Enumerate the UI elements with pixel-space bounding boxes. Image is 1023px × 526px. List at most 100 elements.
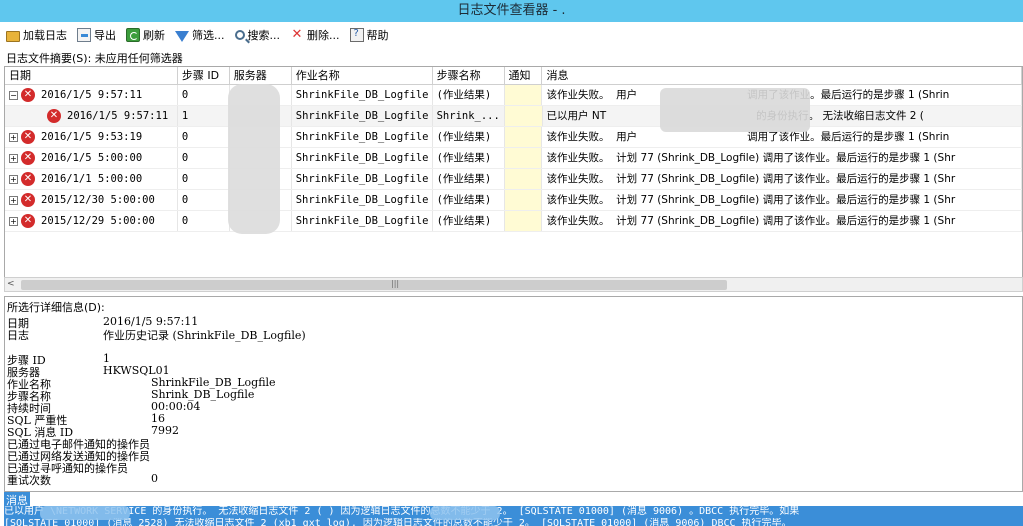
expand-icon[interactable]: + (9, 132, 18, 142)
load-log-button[interactable]: 加载日志 (6, 25, 67, 45)
detail-key: 重试次数 (7, 474, 51, 487)
refresh-button[interactable]: 刷新 (126, 25, 165, 45)
help-icon (349, 28, 364, 42)
row-notify (504, 169, 543, 189)
log-summary: 日志文件摘要(S): 未应用任何筛选器 (6, 52, 183, 65)
column-message[interactable]: 消息 (542, 67, 1022, 84)
row-job-name: ShrinkFile_DB_Logfile (292, 106, 433, 126)
scrollbar-thumb[interactable]: ||| (21, 279, 727, 290)
expand-icon[interactable]: + (9, 216, 18, 226)
redacted-user-blur (660, 88, 810, 132)
row-step-id: 0 (178, 190, 230, 210)
row-date: 2016/1/5 9:57:11 (67, 110, 169, 122)
row-message: 该作业失败。 计划 77 (Shrink_DB_Logfile) 调用了该作业。… (542, 190, 1022, 210)
row-notify (504, 127, 543, 147)
table-row[interactable]: + ✕ 2016/1/1 5:00:00 0 ShrinkFile_DB_Logfi… (5, 169, 1022, 190)
detail-title: 所选行详细信息(D): (7, 301, 105, 314)
redacted-server-blur (228, 84, 280, 234)
window-title: 日志文件查看器 - . (0, 0, 1023, 22)
redacted-message-blur (40, 506, 130, 520)
expand-icon[interactable]: + (9, 195, 18, 205)
help-button[interactable]: 帮助 (349, 25, 389, 45)
message-line-2[interactable]: [SQLSTATE 01000] (消息 2528) 无法收缩日志文件 2 (x… (4, 518, 1023, 526)
table-row[interactable]: + ✕ 2015/12/29 5:00:00 0 ShrinkFile_DB_Log… (5, 211, 1022, 232)
row-date: 2015/12/30 5:00:00 (41, 194, 155, 206)
export-icon (77, 28, 91, 42)
row-date: 2016/1/1 5:00:00 (41, 173, 143, 185)
column-step-name[interactable]: 步骤名称 (433, 67, 505, 84)
row-message: 该作业失败。 计划 77 (Shrink_DB_Logfile) 调用了该作业。… (542, 169, 1022, 189)
row-job-name: ShrinkFile_DB_Logfile (292, 148, 433, 168)
column-date[interactable]: 日期 (5, 67, 178, 84)
row-date: 2016/1/5 5:00:00 (41, 152, 143, 164)
message-line-1[interactable]: 已以用户 \NETWORK SERVICE 的身份执行。 无法收缩日志文件 2 … (4, 506, 1023, 518)
horizontal-scrollbar[interactable]: < ||| (4, 277, 1023, 292)
error-icon: ✕ (21, 88, 35, 102)
redacted-message-blur (430, 506, 500, 520)
row-job-name: ShrinkFile_DB_Logfile (292, 169, 433, 189)
error-icon: ✕ (47, 109, 61, 123)
toolbar: 加载日志 导出 刷新 筛选... 搜索... ✕ 删除... 帮助 (0, 24, 1023, 46)
msg-part-a: 该作业失败。 (546, 131, 610, 143)
row-job-name: ShrinkFile_DB_Logfile (292, 190, 433, 210)
column-job-name[interactable]: 作业名称 (292, 67, 433, 84)
msg-part-a: 该作业失败。 (546, 215, 610, 227)
row-step-id: 0 (178, 148, 230, 168)
search-label: 搜索... (247, 29, 281, 42)
row-notify (504, 85, 543, 105)
msg-part-b: 计划 77 (Shrink_DB_Logfile) (616, 173, 760, 185)
msg-part-b: 用户 (616, 89, 638, 101)
row-step-id: 0 (178, 169, 230, 189)
column-notify[interactable]: 通知 (505, 67, 543, 84)
msg-part-a: 该作业失败。 (546, 173, 610, 185)
row-step-name: (作业结果) (433, 148, 505, 168)
table-row[interactable]: + ✕ 2015/12/30 5:00:00 0 ShrinkFile_DB_Log… (5, 190, 1022, 211)
msg-part-a: 已以用户 NT (546, 110, 607, 122)
scroll-left-icon[interactable]: < (7, 279, 15, 289)
row-date: 2016/1/5 9:53:19 (41, 131, 143, 143)
row-step-name: (作业结果) (433, 127, 505, 147)
table-row[interactable]: + ✕ 2016/1/5 5:00:00 0 ShrinkFile_DB_Logfi… (5, 148, 1022, 169)
table-row[interactable]: − ✕ 2016/1/5 9:57:11 0 ShrinkFile_DB_Logfi… (5, 85, 1022, 106)
refresh-label: 刷新 (143, 29, 165, 42)
row-date: 2015/12/29 5:00:00 (41, 215, 155, 227)
filter-label: 筛选... (192, 29, 225, 42)
error-icon: ✕ (21, 130, 35, 144)
export-label: 导出 (94, 29, 116, 42)
row-notify (504, 148, 543, 168)
row-step-id: 0 (178, 85, 230, 105)
filter-button[interactable]: 筛选... (175, 25, 225, 45)
search-button[interactable]: 搜索... (234, 25, 281, 45)
msg-part-c: 调用了该作业。最后运行的是步骤 1 (Shr (762, 152, 956, 164)
msg-part-c: 调用了该作业。最后运行的是步骤 1 (Shr (762, 173, 956, 185)
column-server[interactable]: 服务器 (230, 67, 292, 84)
table-row[interactable]: ✕ 2016/1/5 9:57:11 1 ShrinkFile_DB_Logfil… (5, 106, 1022, 127)
scroll-grip-icon: ||| (391, 279, 400, 288)
filter-icon (175, 30, 189, 42)
msg-part-a: 该作业失败。 (546, 89, 610, 101)
expand-icon[interactable]: + (9, 174, 18, 184)
row-step-name: (作业结果) (433, 85, 505, 105)
row-step-id: 1 (178, 106, 230, 126)
row-step-id: 0 (178, 211, 230, 231)
msg-part-b: 计划 77 (Shrink_DB_Logfile) (616, 194, 760, 206)
delete-icon: ✕ (291, 27, 303, 42)
error-icon: ✕ (21, 151, 35, 165)
row-date: 2016/1/5 9:57:11 (41, 89, 143, 101)
export-button[interactable]: 导出 (77, 25, 116, 45)
column-step-id[interactable]: 步骤 ID (178, 67, 230, 84)
collapse-icon[interactable]: − (9, 90, 18, 100)
delete-button[interactable]: ✕ 删除... (290, 25, 340, 45)
row-notify (504, 211, 543, 231)
error-icon: ✕ (21, 172, 35, 186)
row-message: 该作业失败。 计划 77 (Shrink_DB_Logfile) 调用了该作业。… (542, 148, 1022, 168)
message-area[interactable]: 消息 已以用户 \NETWORK SERVICE 的身份执行。 无法收缩日志文件… (0, 492, 1023, 526)
msg-part-a: 该作业失败。 (546, 194, 610, 206)
msg-part-b: 计划 77 (Shrink_DB_Logfile) (616, 152, 760, 164)
row-message: 该作业失败。 计划 77 (Shrink_DB_Logfile) 调用了该作业。… (542, 211, 1022, 231)
row-job-name: ShrinkFile_DB_Logfile (292, 85, 433, 105)
log-grid[interactable]: 日期 步骤 ID 服务器 作业名称 步骤名称 通知 消息 − ✕ 2016/1/5 … (4, 66, 1023, 292)
expand-icon[interactable]: + (9, 153, 18, 163)
delete-label: 删除... (307, 29, 340, 42)
table-row[interactable]: + ✕ 2016/1/5 9:53:19 0 ShrinkFile_DB_Logfi… (5, 127, 1022, 148)
